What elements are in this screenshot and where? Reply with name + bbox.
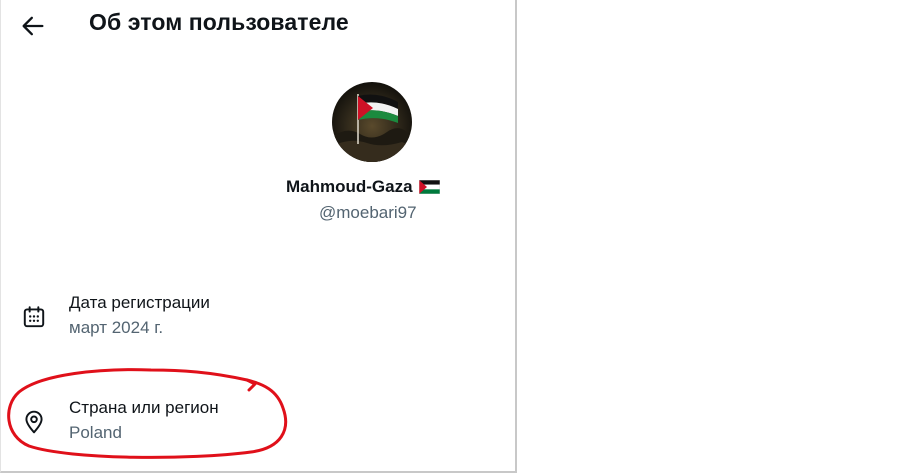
country-row: Страна или регион Poland (21, 398, 491, 448)
user-handle: @moebari97 (319, 203, 417, 222)
registration-value: март 2024 г. (69, 318, 164, 337)
back-button[interactable] (19, 12, 47, 40)
country-label: Страна или регион (69, 398, 219, 417)
display-name: Mahmoud-Gaza (286, 177, 413, 196)
page-title: Об этом пользователе (89, 9, 349, 35)
arrow-left-icon (22, 16, 44, 36)
palestine-flag-icon (418, 180, 440, 194)
registration-date-row: Дата регистрации март 2024 г. (21, 293, 491, 343)
calendar-icon (23, 306, 45, 328)
about-user-panel: Об этом пользователе Mahmoud-Gaza @moeba… (0, 0, 517, 473)
display-name-row: Mahmoud-Gaza (286, 175, 440, 199)
registration-label: Дата регистрации (69, 293, 210, 312)
country-value: Poland (69, 423, 122, 442)
avatar[interactable] (332, 82, 412, 162)
location-pin-icon (25, 410, 43, 434)
